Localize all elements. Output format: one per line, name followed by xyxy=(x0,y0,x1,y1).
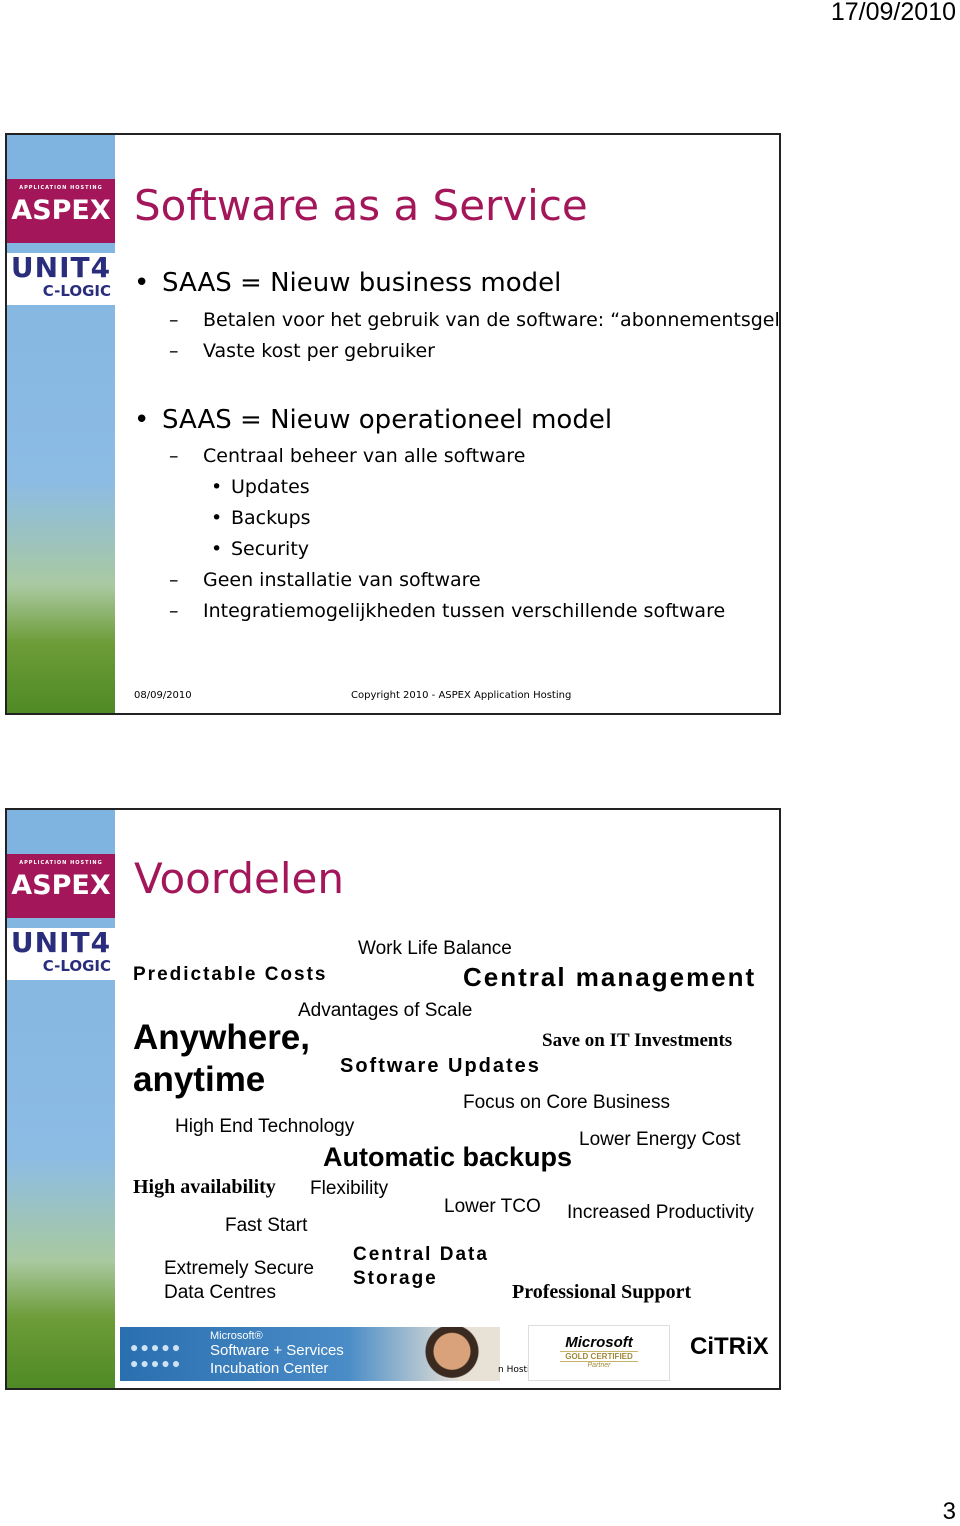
partner-logos: ●●●●● ●●●●● Microsoft® Software + Service… xyxy=(120,1325,775,1383)
word: Central management xyxy=(463,962,757,992)
word: Work Life Balance xyxy=(358,938,512,959)
bullet-level-2: – Vaste kost per gebruiker xyxy=(169,340,435,362)
bullet-text: Betalen voor het gebruik van de software… xyxy=(203,309,781,331)
ms-incubation-logo: ●●●●● ●●●●● Microsoft® Software + Service… xyxy=(120,1327,500,1381)
word: Software Updates xyxy=(340,1055,541,1077)
slide-1: APPLICATION HOSTING ASPEX UNIT4 C-LOGIC So… xyxy=(5,133,781,715)
bullet-level-2: – Centraal beheer van alle software xyxy=(169,445,525,467)
unit4-logo: UNIT4 C-LOGIC xyxy=(7,253,115,305)
word: High availability xyxy=(133,1176,276,1198)
word: Increased Productivity xyxy=(567,1202,754,1223)
footer-date: 08/09/2010 xyxy=(134,690,192,701)
word: Predictable Costs xyxy=(133,964,328,985)
bullet-level-1: • SAAS = Nieuw business model xyxy=(134,268,561,298)
ms-gold-certified-logo: Microsoft GOLD CERTIFIED Partner xyxy=(528,1325,670,1381)
slide-title: Voordelen xyxy=(134,854,345,903)
word: Lower Energy Cost xyxy=(579,1129,741,1150)
word: anytime xyxy=(133,1060,266,1099)
bullet-level-1: • SAAS = Nieuw operationeel model xyxy=(134,405,612,435)
bullet-level-3: • Backups xyxy=(211,507,311,529)
word: Save on IT Investments xyxy=(542,1030,733,1051)
header-date: 17/09/2010 xyxy=(830,0,956,26)
word: High End Technology xyxy=(175,1116,355,1137)
bullet-text: Updates xyxy=(231,476,310,498)
page-number: 3 xyxy=(942,1498,956,1525)
aspex-logo: APPLICATION HOSTING ASPEX xyxy=(7,854,115,918)
person-photo xyxy=(420,1327,500,1381)
unit4-logo: UNIT4 C-LOGIC xyxy=(7,928,115,980)
bullet-marker: • xyxy=(211,476,223,498)
bullet-level-2: – Geen installatie van software xyxy=(169,569,481,591)
bullet-marker: • xyxy=(211,538,223,560)
side-strip: APPLICATION HOSTING ASPEX UNIT4 C-LOGIC xyxy=(7,135,115,713)
side-strip: APPLICATION HOSTING ASPEX UNIT4 C-LOGIC xyxy=(7,810,115,1388)
bullet-level-2: – Integratiemogelijkheden tussen verschil… xyxy=(169,600,725,622)
word: Professional Support xyxy=(512,1281,692,1303)
bullet-text: Geen installatie van software xyxy=(203,569,481,591)
word: Extremely Secure xyxy=(164,1258,314,1279)
bullet-marker: – xyxy=(169,569,179,591)
bullet-text: Backups xyxy=(231,507,311,529)
word: Data Centres xyxy=(164,1282,276,1303)
word: Focus on Core Business xyxy=(463,1092,670,1113)
word: Fast Start xyxy=(225,1215,308,1236)
bullet-marker: • xyxy=(211,507,223,529)
bullet-text: SAAS = Nieuw operationeel model xyxy=(162,405,613,435)
word: Storage xyxy=(353,1268,438,1289)
bullet-level-3: • Security xyxy=(211,538,309,560)
bullet-marker: • xyxy=(134,268,150,298)
bullet-text: Integratiemogelijkheden tussen verschill… xyxy=(203,600,726,622)
bullet-level-2: – Betalen voor het gebruik van de softwar… xyxy=(169,309,781,331)
aspex-logo: APPLICATION HOSTING ASPEX xyxy=(7,179,115,243)
bullet-text: Centraal beheer van alle software xyxy=(203,445,526,467)
bullet-marker: • xyxy=(134,405,150,435)
footer-fragment: n Hosti xyxy=(498,1365,530,1375)
footer-copyright: Copyright 2010 - ASPEX Application Hosti… xyxy=(351,690,572,701)
citrix-logo: CiTRiX xyxy=(690,1333,769,1360)
bullet-text: SAAS = Nieuw business model xyxy=(162,268,562,298)
word: Central Data xyxy=(353,1244,489,1265)
word: Automatic backups xyxy=(323,1142,573,1172)
bullet-level-3: • Updates xyxy=(211,476,310,498)
word: Flexibility xyxy=(310,1178,389,1199)
bullet-marker: – xyxy=(169,309,179,331)
word: Lower TCO xyxy=(444,1196,541,1217)
slide-2: APPLICATION HOSTING ASPEX UNIT4 C-LOGIC Vo… xyxy=(5,808,781,1390)
bullet-text: Vaste kost per gebruiker xyxy=(203,340,435,362)
bullet-text: Security xyxy=(231,538,310,560)
bullet-marker: – xyxy=(169,445,179,467)
slide-title: Software as a Service xyxy=(134,181,588,230)
word: Advantages of Scale xyxy=(298,1000,473,1021)
bullet-marker: – xyxy=(169,600,179,622)
bullet-marker: – xyxy=(169,340,179,362)
word: Anywhere, xyxy=(133,1018,310,1057)
